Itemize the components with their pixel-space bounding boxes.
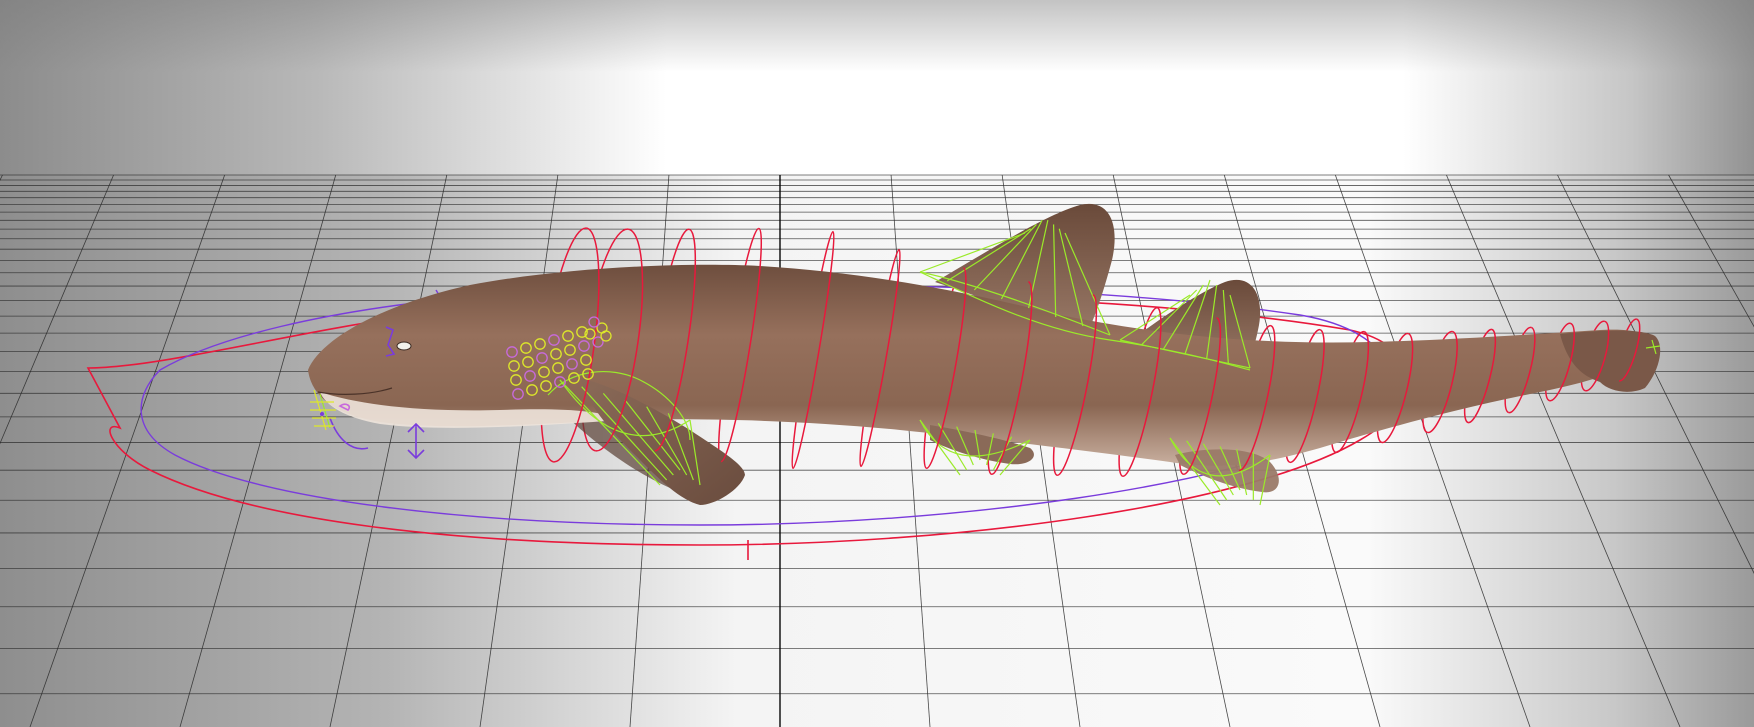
viewport-background-shade <box>0 0 1754 180</box>
3d-viewport[interactable] <box>0 0 1754 727</box>
shark-eye <box>396 341 412 351</box>
viewport-scene[interactable] <box>0 0 1754 727</box>
ground-plane <box>0 175 1754 727</box>
